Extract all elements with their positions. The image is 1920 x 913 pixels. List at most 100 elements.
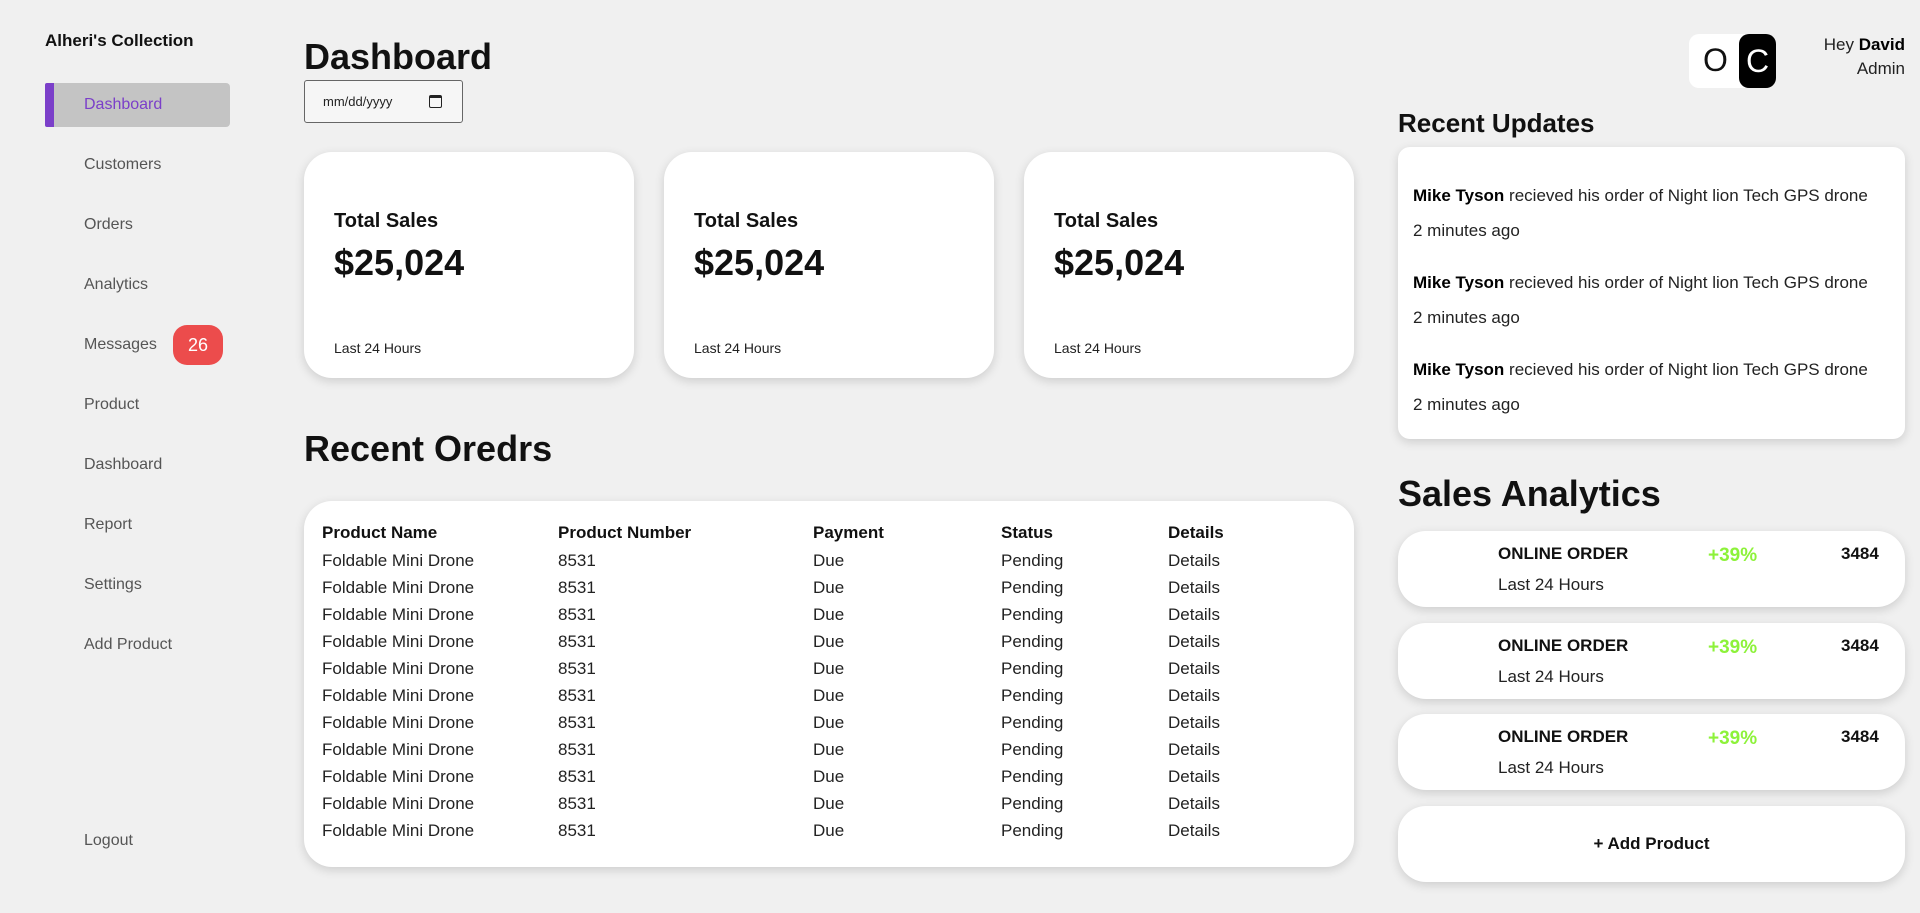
analytics-title: ONLINE ORDER: [1498, 727, 1629, 746]
details-link[interactable]: Details: [1168, 628, 1318, 655]
details-link[interactable]: Details: [1168, 736, 1318, 763]
sidebar-item-orders[interactable]: Orders: [45, 203, 230, 247]
total-sales-card: Total Sales $25,024 Last 24 Hours: [304, 152, 634, 378]
analytics-title: ONLINE ORDER: [1498, 544, 1629, 563]
update-text: recieved his order of Night lion Tech GP…: [1504, 186, 1868, 205]
update-item: Mike Tyson recieved his order of Night l…: [1413, 186, 1868, 241]
product-number-cell: 8531: [558, 577, 596, 597]
product-number-cell: 8531: [558, 658, 596, 678]
product-name-cell: Foldable Mini Drone: [322, 739, 475, 759]
sidebar-item-customers[interactable]: Customers: [45, 143, 230, 187]
orders-table: Product Name Product Number Payment Stat…: [322, 519, 1318, 844]
card-title: Total Sales: [334, 210, 439, 232]
recent-updates-card: Mike Tyson recieved his order of Night l…: [1398, 147, 1905, 439]
payment-cell: Due: [813, 739, 845, 759]
payment-cell: Due: [813, 577, 845, 597]
product-number-cell: 8531: [558, 766, 596, 786]
user-greeting: Hey David Admin: [1824, 33, 1905, 81]
update-customer-name: Mike Tyson: [1413, 360, 1505, 379]
product-name-cell: Foldable Mini Drone: [322, 820, 475, 840]
sidebar-item-label: Report: [84, 516, 133, 533]
sidebar-item-messages[interactable]: Messages 26: [45, 323, 230, 367]
date-input[interactable]: mm/dd/yyyy: [304, 80, 463, 123]
product-name-cell: Foldable Mini Drone: [322, 604, 475, 624]
update-text: recieved his order of Night lion Tech GP…: [1504, 273, 1868, 292]
sidebar-item-settings[interactable]: Settings: [45, 563, 230, 607]
analytics-percent: +39%: [1708, 637, 1758, 658]
online-order-card: ONLINE ORDER Last 24 Hours +39% 3484: [1398, 623, 1905, 699]
details-link[interactable]: Details: [1168, 817, 1318, 844]
update-time: 2 minutes ago: [1413, 308, 1520, 327]
analytics-count: 3484: [1841, 636, 1879, 655]
logout-button[interactable]: Logout: [84, 832, 133, 850]
update-time: 2 minutes ago: [1413, 395, 1520, 414]
user-role: Admin: [1856, 59, 1905, 78]
sidebar-item-label: Add Product: [84, 636, 173, 653]
analytics-percent: +39%: [1708, 728, 1758, 749]
product-number-cell: 8531: [558, 631, 596, 651]
payment-cell: Due: [813, 604, 845, 624]
details-link[interactable]: Details: [1168, 790, 1318, 817]
light-mode-icon[interactable]: O: [1703, 42, 1728, 79]
sidebar-item-label: Customers: [84, 156, 162, 173]
sidebar-item-dashboard-2[interactable]: Dashboard: [45, 443, 230, 487]
sidebar-item-add-product[interactable]: Add Product: [45, 623, 230, 667]
table-row: Foldable Mini Drone 8531 Due Pending Details: [322, 682, 1318, 709]
status-cell: Pending: [1001, 658, 1064, 678]
table-row: Foldable Mini Drone 8531 Due Pending Details: [322, 574, 1318, 601]
sidebar-item-label: Orders: [84, 216, 133, 233]
greeting-prefix: Hey: [1823, 35, 1854, 54]
update-customer-name: Mike Tyson: [1413, 186, 1505, 205]
product-name-cell: Foldable Mini Drone: [322, 577, 475, 597]
payment-cell: Due: [813, 766, 845, 786]
product-number-cell: 8531: [558, 739, 596, 759]
table-header-row: Product Name Product Number Payment Stat…: [322, 519, 1318, 547]
page-title: Dashboard: [304, 36, 493, 77]
update-customer-name: Mike Tyson: [1413, 273, 1505, 292]
card-value: $25,024: [694, 242, 825, 283]
details-link[interactable]: Details: [1168, 763, 1318, 790]
recent-orders-title: Recent Oredrs: [304, 428, 553, 469]
user-name: David: [1858, 35, 1905, 54]
product-name-cell: Foldable Mini Drone: [322, 550, 475, 570]
table-row: Foldable Mini Drone 8531 Due Pending Details: [322, 601, 1318, 628]
sidebar-item-analytics[interactable]: Analytics: [45, 263, 230, 307]
product-name-cell: Foldable Mini Drone: [322, 631, 475, 651]
sidebar-item-product[interactable]: Product: [45, 383, 230, 427]
brand-name: Alheri's Collection: [45, 31, 194, 50]
column-header: Product Number: [558, 523, 692, 542]
status-cell: Pending: [1001, 793, 1064, 813]
theme-toggle[interactable]: O C: [1689, 34, 1776, 88]
calendar-icon[interactable]: [429, 95, 442, 108]
recent-updates-title: Recent Updates: [1398, 108, 1595, 138]
sidebar: Alheri's Collection Dashboard Customers …: [0, 0, 240, 913]
product-name-cell: Foldable Mini Drone: [322, 712, 475, 732]
details-link[interactable]: Details: [1168, 682, 1318, 709]
product-number-cell: 8531: [558, 550, 596, 570]
add-product-button[interactable]: + Add Product: [1398, 806, 1905, 882]
product-number-cell: 8531: [558, 685, 596, 705]
update-time: 2 minutes ago: [1413, 221, 1520, 240]
product-name-cell: Foldable Mini Drone: [322, 685, 475, 705]
sidebar-item-label: Messages: [84, 336, 157, 353]
status-cell: Pending: [1001, 631, 1064, 651]
sidebar-item-dashboard[interactable]: Dashboard: [45, 83, 230, 127]
product-name-cell: Foldable Mini Drone: [322, 766, 475, 786]
analytics-title: ONLINE ORDER: [1498, 636, 1629, 655]
payment-cell: Due: [813, 712, 845, 732]
column-header: Product Name: [322, 523, 438, 542]
update-item: Mike Tyson recieved his order of Night l…: [1413, 273, 1868, 328]
details-link[interactable]: Details: [1168, 574, 1318, 601]
details-link[interactable]: Details: [1168, 547, 1318, 574]
column-header: Details: [1168, 523, 1224, 542]
messages-count-badge: 26: [173, 325, 223, 365]
card-value: $25,024: [334, 242, 465, 283]
details-link[interactable]: Details: [1168, 601, 1318, 628]
table-row: Foldable Mini Drone 8531 Due Pending Details: [322, 547, 1318, 574]
details-link[interactable]: Details: [1168, 709, 1318, 736]
sidebar-item-report[interactable]: Report: [45, 503, 230, 547]
product-number-cell: 8531: [558, 604, 596, 624]
details-link[interactable]: Details: [1168, 655, 1318, 682]
card-title: Total Sales: [1054, 210, 1159, 232]
dark-mode-icon[interactable]: C: [1739, 34, 1776, 88]
